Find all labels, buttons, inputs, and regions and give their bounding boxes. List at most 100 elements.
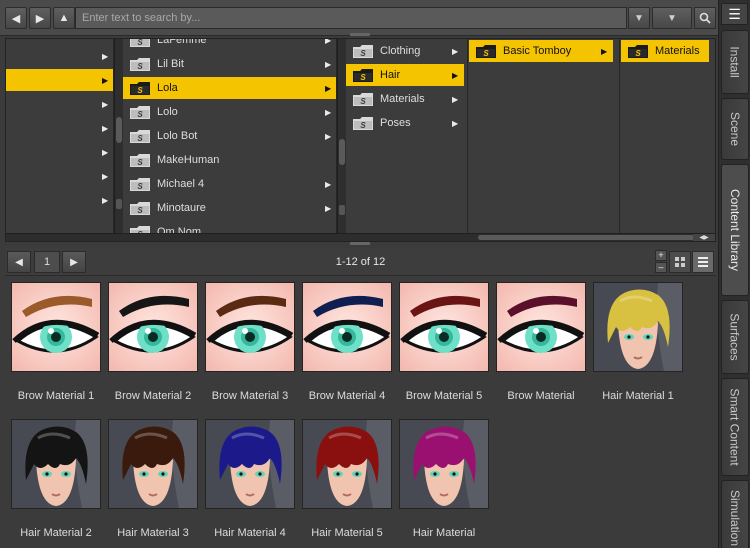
- thumbnail-image[interactable]: [302, 419, 392, 509]
- asset-tile[interactable]: Hair Material 3: [108, 419, 198, 539]
- up-arrow-icon[interactable]: ▲: [53, 7, 75, 29]
- list-item[interactable]: ▶: [6, 141, 113, 163]
- folder-item-selected[interactable]: S Materials: [621, 40, 709, 62]
- svg-text:S: S: [635, 49, 641, 58]
- expand-arrow-icon: ▶: [452, 118, 459, 128]
- asset-tile[interactable]: Brow Material: [496, 282, 586, 402]
- search-input[interactable]: [75, 7, 627, 29]
- thumbnail-image[interactable]: [205, 419, 295, 509]
- svg-text:S: S: [360, 73, 366, 82]
- thumbnail-image[interactable]: [108, 419, 198, 509]
- asset-tile[interactable]: Brow Material 3: [205, 282, 295, 402]
- column-1-scrollbar[interactable]: [114, 39, 123, 235]
- thumbnail-image[interactable]: [399, 282, 489, 372]
- icon-view-button[interactable]: [669, 251, 691, 273]
- tab-surfaces[interactable]: Surfaces: [721, 300, 749, 374]
- browser-horizontal-scrollbar[interactable]: ◀▶: [6, 233, 715, 241]
- search-history-dropdown[interactable]: ▼: [628, 7, 650, 29]
- expand-arrow-icon: ▶: [102, 123, 109, 133]
- scroll-thumb[interactable]: [478, 235, 704, 240]
- expand-arrow-icon: ▶: [325, 39, 332, 45]
- browser-column-5: S Materials: [621, 39, 715, 235]
- tab-label: Content Library: [728, 188, 743, 272]
- expand-arrow-icon: ▶: [325, 59, 332, 69]
- scroll-thumb[interactable]: [116, 117, 122, 143]
- list-item[interactable]: ▶: [6, 117, 113, 139]
- tab-smart-content[interactable]: Smart Content: [721, 378, 749, 476]
- asset-tile[interactable]: Hair Material 5: [302, 419, 392, 539]
- list-view-button[interactable]: [692, 251, 714, 273]
- tab-label: Simulation: [728, 489, 742, 547]
- thumbnail-image[interactable]: [11, 282, 101, 372]
- tab-install[interactable]: Install: [721, 30, 749, 94]
- expand-arrow-icon: ▶: [452, 46, 459, 56]
- thumbnail-image[interactable]: [593, 282, 683, 372]
- search-filter-dropdown[interactable]: ▼: [652, 7, 692, 29]
- asset-tile[interactable]: Hair Material: [399, 419, 489, 539]
- scroll-thumb[interactable]: [339, 139, 345, 165]
- asset-tile[interactable]: Brow Material 4: [302, 282, 392, 402]
- asset-tile[interactable]: Hair Material 4: [205, 419, 295, 539]
- folder-item[interactable]: S Minotaure ▶: [123, 197, 336, 219]
- folder-item[interactable]: S Clothing ▶: [346, 40, 464, 62]
- tab-scene[interactable]: Scene: [721, 98, 749, 160]
- grid-icon: [675, 257, 685, 267]
- folder-item[interactable]: S Poses ▶: [346, 112, 464, 134]
- list-item[interactable]: ▶: [6, 45, 113, 67]
- list-icon: [698, 257, 708, 267]
- column-2-scrollbar[interactable]: [337, 39, 346, 235]
- asset-tile[interactable]: Hair Material 1: [593, 282, 683, 402]
- search-toolbar: ◀ ▶ ▲ ▼ ▼: [0, 0, 718, 36]
- tab-label: Smart Content: [728, 388, 742, 466]
- folder-item[interactable]: S Lolo ▶: [123, 101, 336, 123]
- asset-tile[interactable]: Brow Material 5: [399, 282, 489, 402]
- folder-label: Poses: [380, 117, 411, 129]
- folder-icon: S: [352, 116, 374, 131]
- folder-item[interactable]: S Michael 4 ▶: [123, 173, 336, 195]
- chevron-down-icon: ▼: [667, 12, 677, 24]
- scroll-arrows-icon[interactable]: ◀▶: [693, 234, 715, 241]
- browser-column-4: S Basic Tomboy ▶: [469, 39, 620, 235]
- folder-item-selected[interactable]: S Basic Tomboy ▶: [469, 40, 613, 62]
- back-arrow-icon[interactable]: ◀: [5, 7, 27, 29]
- folder-item[interactable]: S LaFemme ▶: [123, 39, 336, 51]
- expand-arrow-icon: ▶: [102, 147, 109, 157]
- pane-splitter-top[interactable]: [350, 33, 370, 36]
- list-item[interactable]: ▶: [6, 165, 113, 187]
- asset-tile[interactable]: Hair Material 2: [11, 419, 101, 539]
- scroll-grip[interactable]: [339, 205, 345, 215]
- list-item[interactable]: ▶: [6, 93, 113, 115]
- folder-item[interactable]: S Lil Bit ▶: [123, 53, 336, 75]
- thumbnail-image[interactable]: [11, 419, 101, 509]
- forward-arrow-icon[interactable]: ▶: [29, 7, 51, 29]
- asset-thumbnail-grid: Brow Material 1 Brow Material 2 Brow Mater…: [5, 278, 716, 548]
- asset-tile[interactable]: Brow Material 1: [11, 282, 101, 402]
- thumbnail-image[interactable]: [302, 282, 392, 372]
- zoom-out-button[interactable]: –: [655, 262, 667, 273]
- tab-simulation[interactable]: Simulation: [721, 480, 749, 548]
- svg-text:S: S: [137, 158, 143, 167]
- zoom-in-button[interactable]: +: [655, 250, 667, 261]
- tab-content-library[interactable]: Content Library: [721, 164, 749, 296]
- thumbnail-image[interactable]: [399, 419, 489, 509]
- folder-item[interactable]: S Lolo Bot ▶: [123, 125, 336, 147]
- folder-item-selected[interactable]: S Hair ▶: [346, 64, 464, 86]
- pane-splitter[interactable]: [350, 242, 370, 245]
- thumbnail-image[interactable]: [108, 282, 198, 372]
- folder-label: Hair: [380, 69, 401, 81]
- folder-label: Basic Tomboy: [503, 45, 572, 57]
- folder-item[interactable]: S Materials ▶: [346, 88, 464, 110]
- folder-item[interactable]: S MakeHuman: [123, 149, 336, 171]
- thumbnail-image[interactable]: [205, 282, 295, 372]
- scroll-grip[interactable]: [116, 199, 122, 209]
- thumbnail-image[interactable]: [496, 282, 586, 372]
- expand-arrow-icon: ▶: [102, 75, 109, 85]
- folder-icon: S: [129, 129, 151, 144]
- list-item-selected[interactable]: ▶: [6, 69, 113, 91]
- asset-tile[interactable]: Brow Material 2: [108, 282, 198, 402]
- search-button[interactable]: [694, 7, 716, 29]
- pane-menu-button[interactable]: ☰: [721, 3, 748, 25]
- list-item[interactable]: ▶: [6, 189, 113, 211]
- folder-label: Lolo Bot: [157, 130, 198, 142]
- folder-item-selected[interactable]: S Lola ▶: [123, 77, 336, 99]
